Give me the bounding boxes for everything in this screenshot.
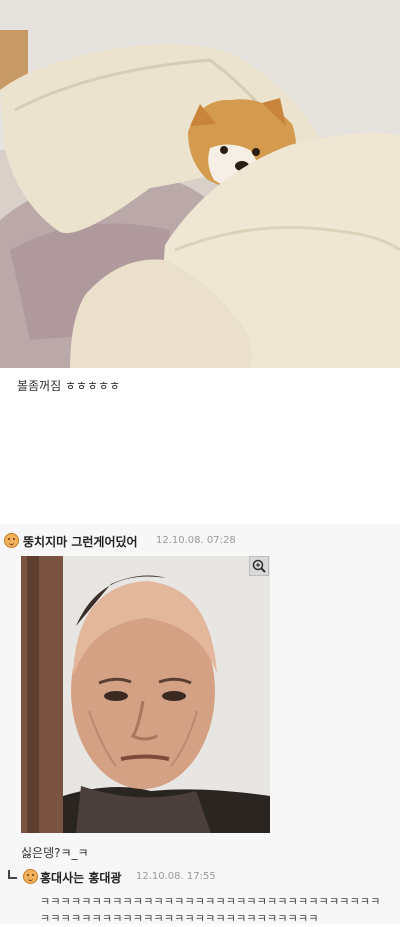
- reply-timestamp: 12.10.08. 17:55: [136, 871, 216, 882]
- reply-arrow-icon: [8, 870, 17, 879]
- shiba-pillow-photo: [0, 0, 400, 368]
- comment-header: 뚱치지마 그런게어딨어 12.10.08. 07:28: [0, 524, 400, 552]
- comment-timestamp: 12.10.08. 07:28: [156, 535, 236, 546]
- comment-body-text: 싫은뎅?ㅋ_ㅋ: [21, 846, 89, 860]
- smiley-avatar-icon: [23, 869, 38, 884]
- comment-nickname[interactable]: 뚱치지마 그런게어딨어: [23, 533, 138, 550]
- bald-man-photo: [21, 556, 270, 833]
- comment-section: 뚱치지마 그런게어딨어 12.10.08. 07:28 싫은뎅?ㅋ_ㅋ 홍대사는…: [0, 524, 400, 925]
- post-photo: [0, 0, 400, 368]
- post-body-text: 볼좀꺼짐 ㅎㅎㅎㅎㅎ: [17, 379, 121, 393]
- comment-image[interactable]: [21, 556, 270, 833]
- reply-body-text: ㅋㅋㅋㅋㅋㅋㅋㅋㅋㅋㅋㅋㅋㅋㅋㅋㅋㅋㅋㅋㅋㅋㅋㅋㅋㅋㅋㅋㅋㅋㅋㅋㅋㅋㅋㅋㅋㅋㅋㅋ…: [40, 895, 381, 925]
- reply-nickname[interactable]: 홍대사는 홍대광: [40, 869, 121, 886]
- smiley-avatar-icon: [4, 533, 19, 548]
- zoom-in-icon: [252, 559, 266, 573]
- zoom-button[interactable]: [249, 556, 269, 576]
